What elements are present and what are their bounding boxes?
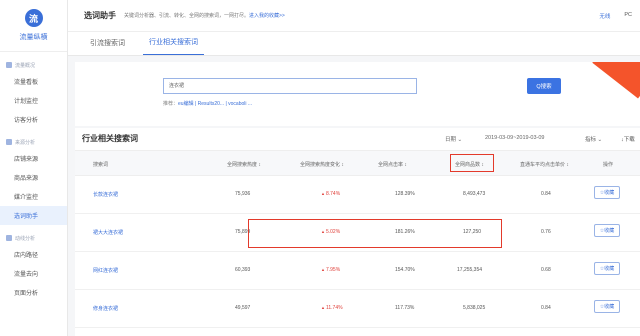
tab-bar: 引流搜索词 行业相关搜索词 xyxy=(68,32,640,56)
cpc: 0.84 xyxy=(541,305,551,311)
section-title: 行业相关搜索词 xyxy=(82,134,138,143)
metric-selector[interactable]: 指标 ⌄ xyxy=(585,135,602,143)
search-heat: 75,936 xyxy=(235,191,251,197)
keyword-link[interactable]: 长款连衣裙 xyxy=(93,191,118,198)
cpc: 0.68 xyxy=(541,267,551,273)
search-input[interactable]: 连衣裙 xyxy=(163,78,417,94)
sidebar-item-keyword-helper[interactable]: 选词助手 xyxy=(0,206,67,225)
keyword-link[interactable]: 网红连衣裙 xyxy=(93,267,118,274)
tab-traffic-keywords[interactable]: 引流搜索词 xyxy=(84,38,131,55)
cpc: 0.84 xyxy=(541,191,551,197)
arrow-up-icon: ▲ xyxy=(321,267,325,272)
platform-switch: 无线 PC xyxy=(599,12,632,20)
sidebar-item-page-analysis[interactable]: 页面分析 xyxy=(0,283,67,302)
top-bar: 选词助手 关键词分析器、引流、转化、全网的搜索词，一网打尽。进入我的收藏>> 无… xyxy=(68,0,640,32)
corner-ribbon xyxy=(592,62,640,99)
path-icon xyxy=(6,235,12,241)
favorites-link[interactable]: 进入我的收藏>> xyxy=(249,13,285,19)
download-button[interactable]: ↓下载 xyxy=(621,135,635,143)
tab-industry-keywords[interactable]: 行业相关搜索词 xyxy=(143,37,204,55)
cpc: 0.76 xyxy=(541,229,551,235)
header-search-heat[interactable]: 全网搜索热度 ↕ xyxy=(227,161,261,168)
ctr: 117.73% xyxy=(395,305,415,311)
platform-pc[interactable]: PC xyxy=(624,12,632,20)
keyword-link[interactable]: 修身连衣裙 xyxy=(93,305,118,312)
arrow-up-icon: ▲ xyxy=(321,191,325,196)
sidebar-item-shop-path[interactable]: 店内路径 xyxy=(0,245,67,264)
header-cpc[interactable]: 直通车平均点击单价 ↕ xyxy=(520,161,569,168)
page-title: 选词助手 xyxy=(84,11,116,20)
collect-button[interactable]: ☆ 收藏 xyxy=(594,186,620,199)
heat-change: ▲11.74% xyxy=(321,305,343,311)
sidebar-item-plan-monitor[interactable]: 计划监控 xyxy=(0,91,67,110)
highlight-box-header xyxy=(450,154,494,172)
ctr: 128.39% xyxy=(395,191,415,197)
recommend-links[interactable]: eu编辑 | Results20... | vocaboli ... xyxy=(178,101,252,107)
sidebar-item-media-monitor[interactable]: 媒介监控 xyxy=(0,187,67,206)
product-count: 17,255,354 xyxy=(457,267,483,273)
heat-change: ▲7.95% xyxy=(321,267,341,273)
sidebar: 流 流量纵横 流量概况 流量看板 计划监控 访客分析 来源分析 店铺来源 商品来… xyxy=(0,0,68,336)
keyword-link[interactable]: 裙大大连衣裙 xyxy=(93,229,123,236)
sidebar-group-overview: 流量概况 xyxy=(0,58,67,72)
ctr: 154.70% xyxy=(395,267,415,273)
table-row: 长款连衣裙 75,936 ▲8.74% 128.39% 8,493,473 0.… xyxy=(75,176,640,214)
arrow-up-icon: ▲ xyxy=(321,305,325,310)
product-count: 8,493,473 xyxy=(463,191,486,197)
search-recommendations: 推荐：eu编辑 | Results20... | vocaboli ... xyxy=(163,101,253,107)
source-icon xyxy=(6,139,12,145)
sidebar-item-product-source[interactable]: 商品来源 xyxy=(0,168,67,187)
keyword-table-panel: 行业相关搜索词 日期 ⌄ 2019-03-09~2019-03-09 指标 ⌄ … xyxy=(75,128,640,336)
header-keyword: 搜索词 xyxy=(93,162,109,168)
collect-button[interactable]: ☆ 收藏 xyxy=(594,300,620,313)
page-description: 关键词分析器、引流、转化、全网的搜索词，一网打尽。进入我的收藏>> xyxy=(124,13,285,19)
sidebar-item-shop-source[interactable]: 店铺来源 xyxy=(0,149,67,168)
collect-button[interactable]: ☆ 收藏 xyxy=(594,224,620,237)
search-heat: 60,393 xyxy=(235,267,251,273)
brand-name: 流量纵横 xyxy=(19,34,48,41)
sidebar-item-traffic-board[interactable]: 流量看板 xyxy=(0,72,67,91)
header-heat-change[interactable]: 全网搜索热度变化 ↕ xyxy=(300,161,344,168)
table-row: 修身连衣裙 49,597 ▲11.74% 117.73% 5,838,025 0… xyxy=(75,290,640,328)
date-label[interactable]: 日期 ⌄ xyxy=(445,135,462,143)
search-button[interactable]: Q搜索 xyxy=(527,78,561,94)
header-operation: 操作 xyxy=(603,162,614,168)
sidebar-group-path: 动线分析 xyxy=(0,231,67,245)
collect-button[interactable]: ☆ 收藏 xyxy=(594,262,620,275)
sidebar-item-traffic-exit[interactable]: 流量去向 xyxy=(0,264,67,283)
sidebar-group-source: 来源分析 xyxy=(0,135,67,149)
header-ctr[interactable]: 全网点击率 ↕ xyxy=(378,161,407,168)
table-row: 网红连衣裙 60,393 ▲7.95% 154.70% 17,255,354 0… xyxy=(75,252,640,290)
heat-change: ▲8.74% xyxy=(321,191,341,197)
search-panel: 连衣裙 推荐：eu编辑 | Results20... | vocaboli ..… xyxy=(75,62,640,126)
brand-block[interactable]: 流 流量纵横 xyxy=(0,0,67,52)
product-count: 5,838,025 xyxy=(463,305,486,311)
chart-icon xyxy=(6,62,12,68)
search-heat: 49,597 xyxy=(235,305,251,311)
date-range[interactable]: 2019-03-09~2019-03-09 xyxy=(485,135,544,141)
platform-wireless[interactable]: 无线 xyxy=(599,12,610,20)
table-header: 搜索词 全网搜索热度 ↕ 全网搜索热度变化 ↕ 全网点击率 ↕ 全网商品数 ↕ … xyxy=(75,150,640,176)
highlight-box-row xyxy=(248,219,502,248)
sidebar-item-visitor-analysis[interactable]: 访客分析 xyxy=(0,110,67,129)
brand-logo-icon: 流 xyxy=(24,9,43,27)
